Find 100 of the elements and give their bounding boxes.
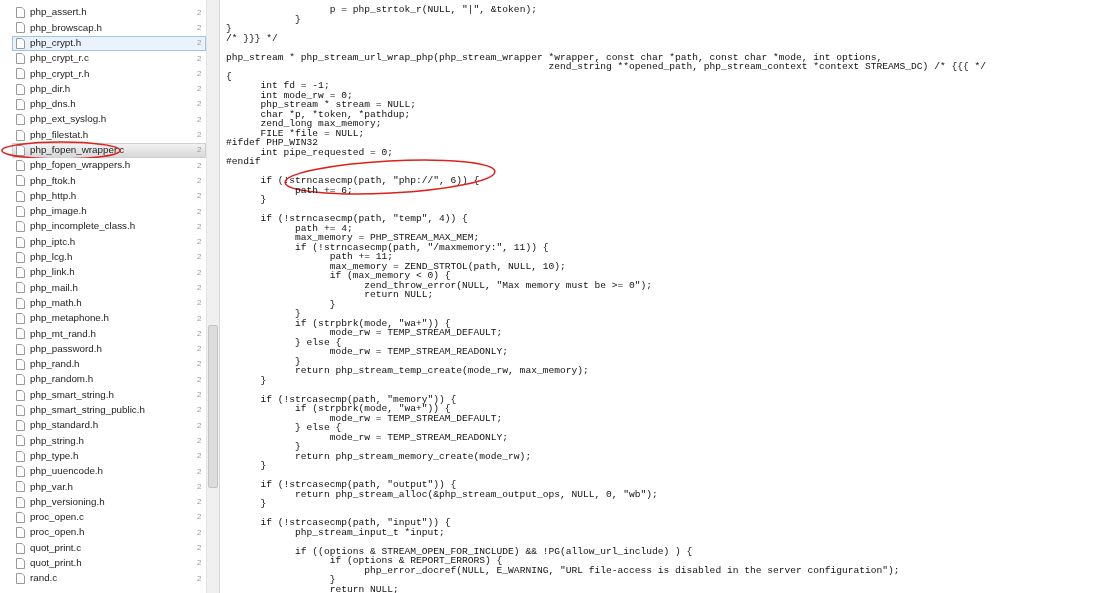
file-icon (16, 251, 25, 263)
date-text: 2 (197, 159, 203, 172)
file-icon (16, 511, 25, 523)
file-name: php_versioning.h (30, 494, 106, 509)
code-line: } (328, 574, 336, 585)
file-icon (16, 527, 25, 539)
date-text: 2 (197, 419, 203, 432)
code-line: } (259, 194, 267, 205)
date-text: 2 (197, 511, 203, 524)
file-icon (16, 404, 25, 416)
file-icon (16, 68, 25, 80)
code-line: } (294, 441, 301, 452)
date-text: 2 (197, 98, 203, 111)
file-icon (16, 7, 25, 19)
file-name: php_string.h (30, 433, 85, 448)
code-line: if (max_memory < 0) { (328, 270, 451, 281)
code-line: int pipe_requested = 0; (260, 146, 393, 158)
file-icon (16, 374, 25, 386)
file-name: php_browscap.h (30, 20, 103, 35)
date-text: 2 (197, 358, 203, 371)
code-line: } else { (294, 422, 342, 433)
date-text: 2 (197, 174, 203, 187)
date-text: 2 (197, 297, 203, 310)
code-line: if (options & REPORT_ERRORS) { (329, 555, 503, 566)
code-line: } (294, 13, 301, 25)
code-line: FILE *file = NULL; (260, 127, 365, 139)
scrollbar[interactable] (206, 0, 219, 593)
code-line: if (!strncasecmp(path, "temp", 4)) { (259, 213, 468, 224)
code-line: if (!strcasecmp(path, "output")) { (259, 479, 457, 490)
file-name: php_filestat.h (30, 127, 90, 142)
code-line: mode_rw = TEMP_STREAM_DEFAULT; (329, 327, 503, 338)
file-icon (16, 450, 25, 462)
code-line: php_stream * php_stream_url_wrap_php(php_stream_wrapper *wrapper, const char *path, const char *mode, int options, (226, 51, 883, 63)
file-name: php_mt_rand.h (30, 326, 97, 341)
file-name: php_math.h (30, 295, 83, 310)
code-line: /* }}} */ (226, 32, 278, 44)
file-icon (16, 190, 25, 202)
file-name: php_link.h (30, 265, 76, 280)
file-name: php_image.h (30, 204, 88, 219)
code-line: php_error_docref(NULL, E_WARNING, "URL file-access is disabled in the server configuration"); (364, 564, 900, 576)
file-icon (16, 481, 25, 493)
file-name: php_dir.h (30, 81, 72, 96)
date-text: 2 (197, 496, 203, 509)
code-line: return php_stream_alloc(&php_stream_output_ops, NULL, 0, "wb"); (295, 488, 658, 500)
code-line: if (strpbrk(mode, "wa+")) { (294, 317, 451, 329)
code-line: { (226, 70, 232, 82)
scrollbar-thumb[interactable] (208, 325, 218, 488)
code-line: int mode_rw = 0; (259, 89, 353, 101)
date-text: 2 (197, 236, 203, 249)
code-line: mode_rw = TEMP_STREAM_READONLY; (328, 431, 509, 443)
date-text: 2 (197, 343, 203, 356)
file-icon (16, 420, 25, 432)
file-icon (16, 53, 25, 65)
date-text: 2 (197, 450, 203, 463)
file-icon (16, 313, 25, 325)
file-name: php_uuencode.h (30, 464, 104, 479)
date-text: 2 (197, 480, 203, 493)
date-text: 2 (197, 404, 203, 417)
file-name: php_iptc.h (30, 234, 77, 249)
file-icon (16, 282, 25, 294)
file-name: php_random.h (30, 372, 95, 387)
file-icon (16, 37, 25, 49)
file-icon (16, 466, 25, 478)
code-line: mode_rw = TEMP_STREAM_DEFAULT; (329, 412, 503, 424)
code-line: char *p, *token, *pathdup; (259, 108, 411, 120)
code-line: } (259, 374, 267, 386)
file-icon (16, 573, 25, 585)
date-text: 2 (197, 190, 203, 203)
date-text: 2 (197, 282, 203, 294)
date-text: 2 (197, 21, 203, 34)
code-line: zend_long max_memory; (259, 118, 382, 129)
code-line: } (259, 498, 267, 509)
file-icon (16, 267, 25, 279)
code-line: } (259, 460, 267, 471)
file-name: php_smart_string_public.h (30, 403, 146, 418)
file-icon (16, 557, 25, 569)
code-line: #endif (226, 156, 261, 167)
file-icon (16, 98, 25, 110)
file-name: php_lcg.h (30, 250, 74, 265)
file-name: proc_open.h (30, 525, 86, 540)
code-line: if (!strcasecmp(path, "memory")) { (259, 393, 457, 405)
date-text: 2 (197, 113, 203, 126)
file-name: php_smart_string.h (30, 387, 115, 402)
code-line: php_stream * stream = NULL; (259, 99, 416, 110)
file-icon (16, 114, 25, 126)
code-line: mode_rw = TEMP_STREAM_READONLY; (328, 346, 509, 357)
file-name: php_dns.h (30, 97, 77, 112)
date-text: 2 (197, 67, 203, 80)
file-icon (16, 328, 25, 340)
file-icon (16, 221, 25, 233)
date-text: 2 (197, 205, 203, 218)
date-text: 2 (197, 572, 203, 585)
date-text: 2 (197, 129, 203, 141)
date-text: 2 (197, 220, 203, 233)
code-line: return php_stream_memory_create(mode_rw); (294, 450, 532, 462)
date-text: 2 (197, 144, 203, 157)
code-line: path += 4; (295, 222, 353, 234)
code-line: zend_throw_error(NULL, "Max memory must be >= 0"); (364, 279, 653, 291)
file-name: php_mail.h (30, 280, 79, 295)
file-icon (16, 129, 25, 141)
